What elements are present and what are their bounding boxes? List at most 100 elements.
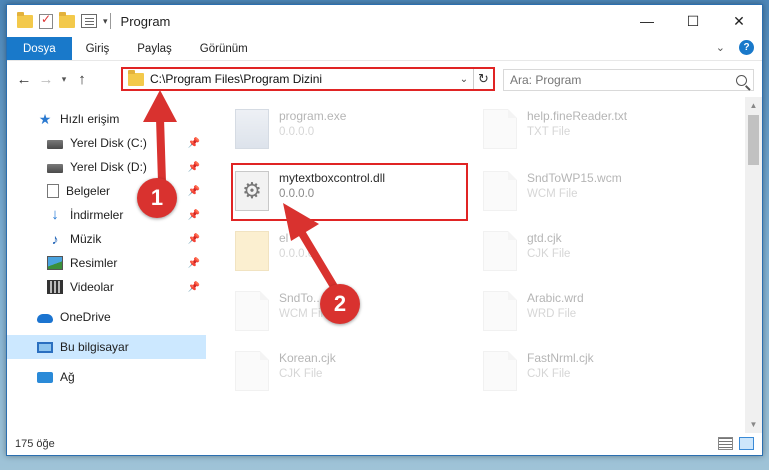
file-name: SndToWP15.wcm [527,171,622,185]
recent-locations-chevron-icon[interactable]: ▾ [57,74,71,85]
help-icon[interactable]: ? [739,40,754,55]
computer-icon [37,341,53,353]
file-list: program.exe 0.0.0.0 ⚙ mytextboxcontrol.dl… [207,97,762,433]
file-item[interactable]: FastNrml.cjk CJK File [479,345,711,399]
callout-badge-1: 1 [137,178,177,218]
file-type: CJK File [279,368,323,380]
navigation-pane: ★ Hızlı erişim Yerel Disk (C:) 📌 Yerel D… [7,97,207,433]
back-arrow-icon[interactable]: ← [13,71,35,88]
sidebar-item-label: İndirmeler [70,208,124,222]
file-item[interactable]: program.exe 0.0.0.0 [231,103,463,157]
star-icon: ★ [38,111,52,127]
customize-toolbar-icon[interactable] [81,14,97,28]
sidebar-item-pictures[interactable]: Resimler 📌 [7,251,206,275]
download-icon: ↓ [51,206,59,223]
properties-check-icon[interactable] [39,12,53,29]
tab-home[interactable]: Giriş [72,37,124,60]
pin-icon[interactable]: 📌 [188,138,200,149]
details-view-icon[interactable] [718,437,733,450]
scroll-up-icon[interactable]: ▲ [745,97,762,114]
file-icon [483,231,517,271]
file-icon [483,351,517,391]
explorer-body: ★ Hızlı erişim Yerel Disk (C:) 📌 Yerel D… [7,97,762,433]
sidebar-item-label: Müzik [70,232,102,246]
close-button[interactable]: ✕ [716,5,762,37]
file-type: CJK File [527,248,571,260]
file-icon [235,351,269,391]
disk-icon [47,164,63,173]
scrollbar-thumb[interactable] [748,115,759,165]
tab-view[interactable]: Görünüm [186,37,262,60]
exe-file-icon [235,109,269,149]
expand-ribbon-icon[interactable]: ⌄ [716,41,725,54]
disk-icon [47,140,63,149]
file-name: Arabic.wrd [527,291,584,305]
cloud-icon [37,314,53,323]
pin-icon[interactable]: 📌 [188,186,200,197]
file-type: WCM File [527,188,578,200]
sidebar-item-videos[interactable]: Videolar 📌 [7,275,206,299]
tab-file[interactable]: Dosya [7,37,72,60]
tab-share[interactable]: Paylaş [123,37,186,60]
sidebar-item-label: Resimler [70,256,118,270]
address-row: ← → ▾ ↑ C:\Program Files\Program Dizini … [7,60,762,97]
explorer-window: ▾ Program — ☐ ✕ Dosya Giriş Paylaş Görün… [6,4,763,456]
sidebar-item-label: Hızlı erişim [60,112,120,126]
file-type: 0.0.0.0 [279,248,315,260]
pin-icon[interactable]: 📌 [188,162,200,173]
sidebar-item-label: Yerel Disk (D:) [70,160,147,174]
file-item[interactable]: SndToWP15.wcm WCM File [479,165,711,219]
search-icon[interactable] [736,74,747,86]
sidebar-item-label: Videolar [70,280,114,294]
sidebar-item-this-pc[interactable]: Bu bilgisayar [7,335,206,359]
file-type: TXT File [527,126,571,138]
forward-arrow-icon[interactable]: → [35,71,57,88]
minimize-button[interactable]: — [624,5,670,37]
sidebar-item-local-disk-c[interactable]: Yerel Disk (C:) 📌 [7,131,206,155]
quick-access-toolbar: ▾ [17,11,108,29]
scroll-down-icon[interactable]: ▼ [745,416,762,433]
file-item[interactable]: help.fineReader.txt TXT File [479,103,711,157]
pin-icon[interactable]: 📌 [188,210,200,221]
pin-icon[interactable]: 📌 [188,234,200,245]
document-icon [47,184,59,198]
sidebar-item-music[interactable]: ♪ Müzik 📌 [7,227,206,251]
sidebar-item-label: OneDrive [60,310,111,324]
address-path[interactable]: C:\Program Files\Program Dizini [150,72,455,86]
sidebar-item-network[interactable]: Ağ [7,365,206,389]
sidebar-item-local-disk-d[interactable]: Yerel Disk (D:) 📌 [7,155,206,179]
search-box[interactable] [503,69,754,91]
file-type: CJK File [527,368,571,380]
pin-icon[interactable]: 📌 [188,258,200,269]
file-item[interactable]: el 0.0.0.0 [231,225,463,279]
file-name: program.exe [279,109,347,123]
address-bar[interactable]: C:\Program Files\Program Dizini ⌄ ↻ [121,67,495,91]
sidebar-item-label: Belgeler [66,184,111,198]
vertical-scrollbar[interactable]: ▲ ▼ [745,97,762,433]
file-name: help.fineReader.txt [527,109,628,123]
file-name: el [279,231,289,245]
chevron-down-icon[interactable]: ⌄ [455,74,473,85]
ribbon-right-controls: ⌄ ? [716,40,754,55]
sidebar-item-onedrive[interactable]: OneDrive [7,305,206,329]
new-folder-icon[interactable] [59,11,75,28]
window-controls: — ☐ ✕ [624,5,762,37]
file-icon [235,291,269,331]
file-name: FastNrml.cjk [527,351,594,365]
file-item[interactable]: gtd.cjk CJK File [479,225,711,279]
file-item[interactable]: Korean.cjk CJK File [231,345,463,399]
up-arrow-icon[interactable]: ↑ [71,71,93,88]
file-item[interactable]: Arabic.wrd WRD File [479,285,711,339]
maximize-button[interactable]: ☐ [670,5,716,37]
view-buttons [718,437,754,450]
folder-icon [128,69,144,86]
tiles-view-icon[interactable] [739,437,754,450]
pin-icon[interactable]: 📌 [188,282,200,293]
chevron-down-icon[interactable]: ▾ [103,16,108,27]
search-input[interactable] [510,73,710,87]
sidebar-item-quick-access[interactable]: ★ Hızlı erişim [7,107,206,131]
file-icon [483,291,517,331]
highlight-box [231,163,468,221]
refresh-icon[interactable]: ↻ [473,69,493,89]
sidebar-item-downloads[interactable]: ↓ İndirmeler 📌 [7,203,206,227]
